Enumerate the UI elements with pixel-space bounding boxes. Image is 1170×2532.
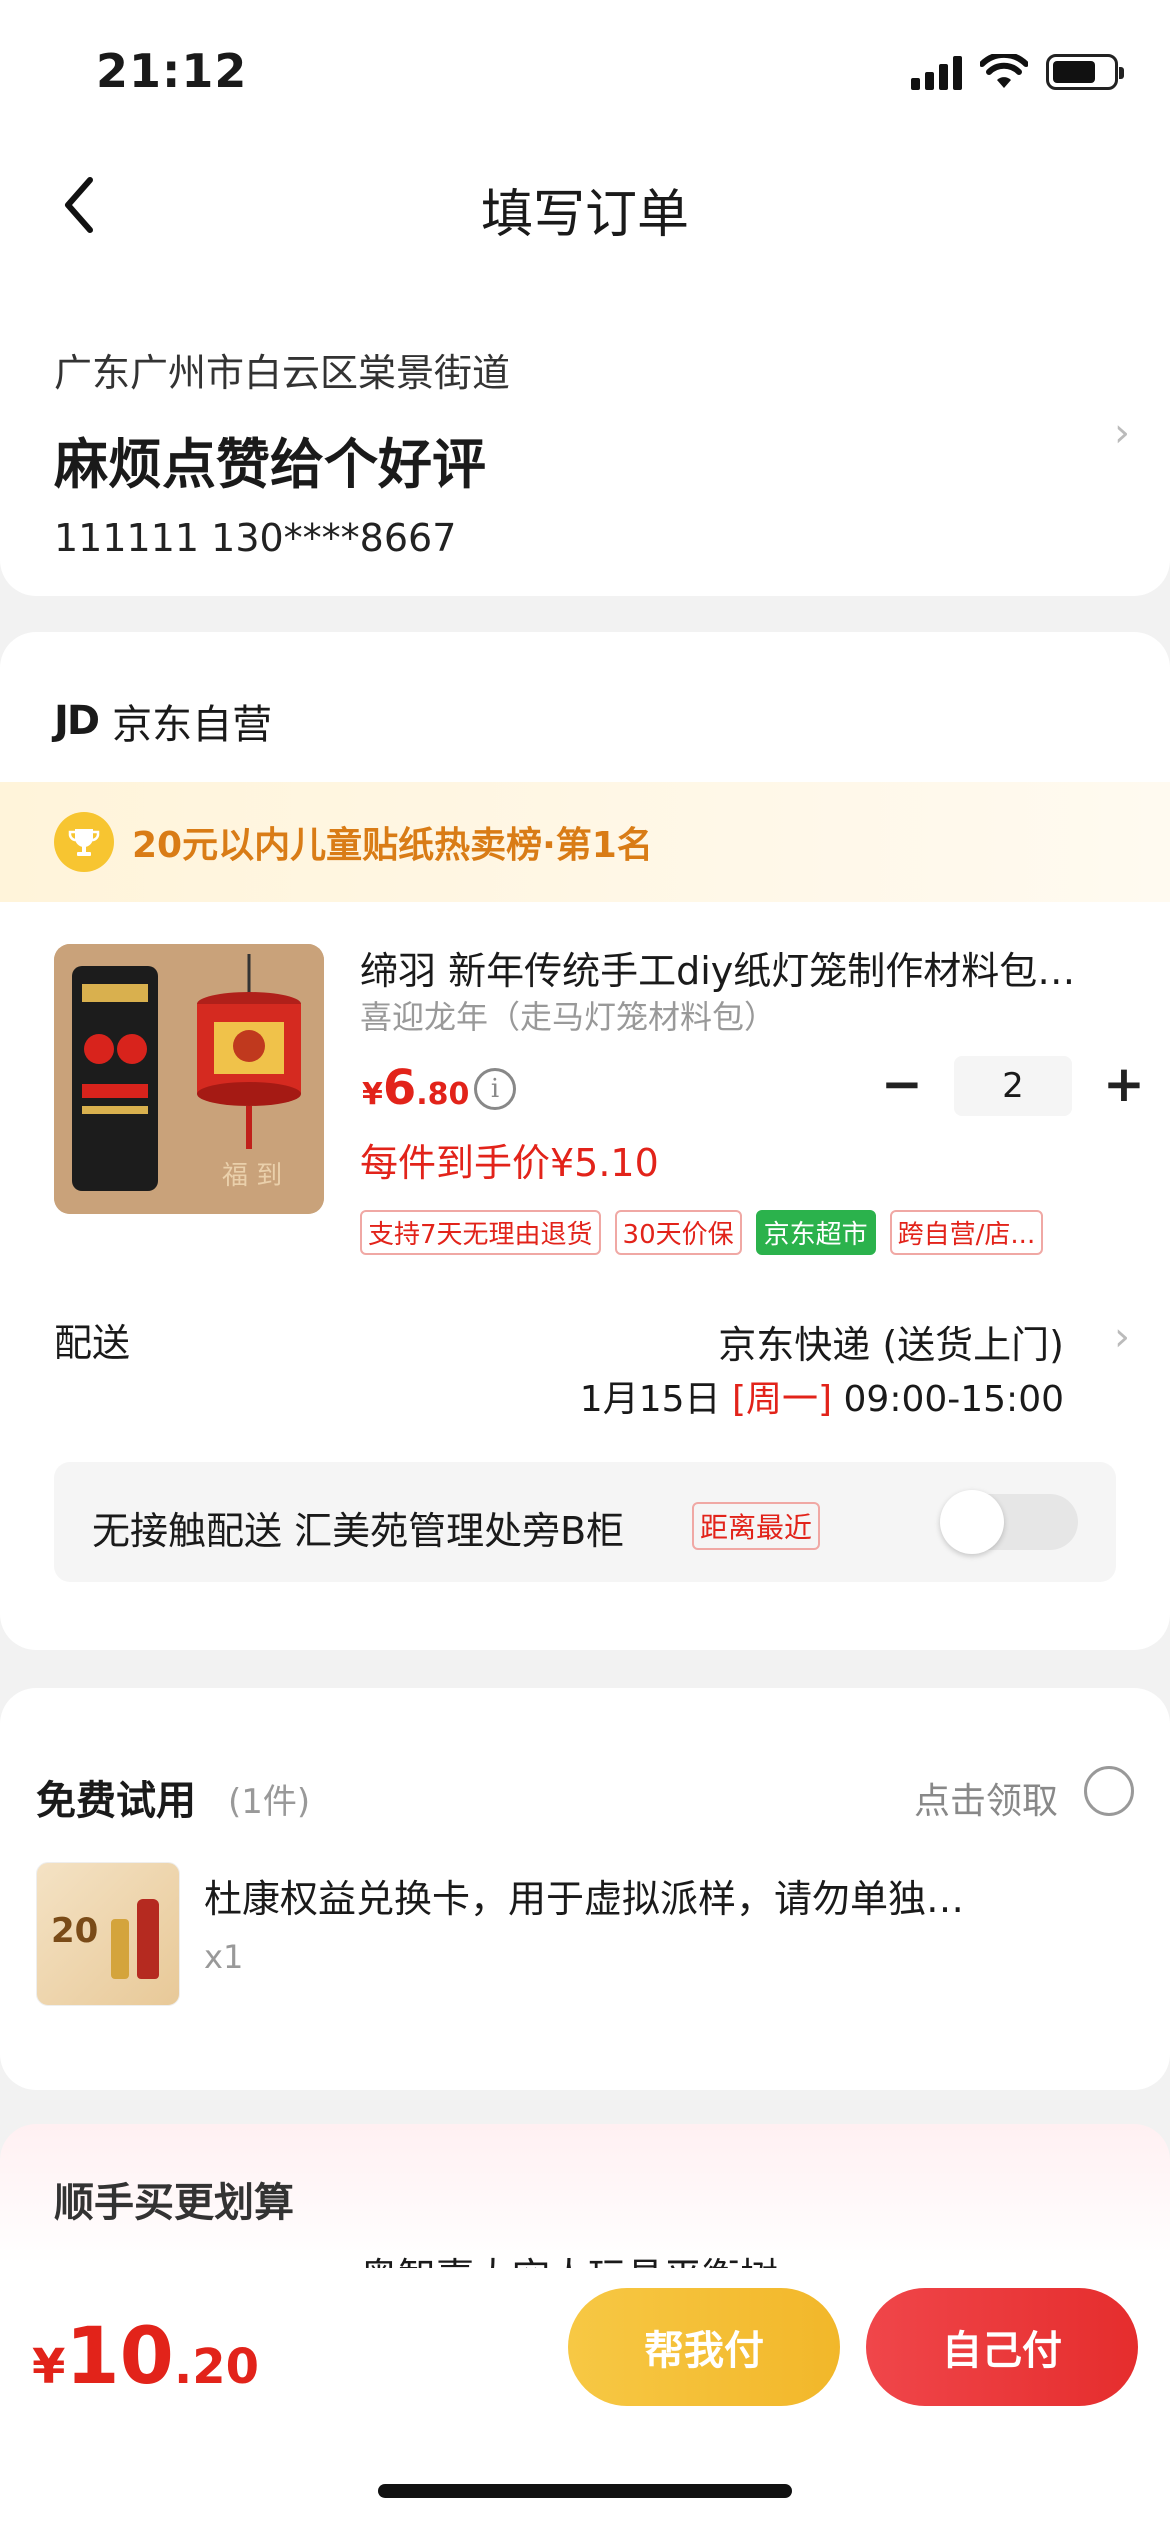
trial-count: (1件) <box>228 1782 311 1822</box>
claim-radio[interactable] <box>1084 1766 1134 1816</box>
chevron-right-icon: › <box>1114 410 1130 456</box>
home-indicator[interactable] <box>378 2484 792 2498</box>
product-tags: 支持7天无理由退货 30天价保 京东超市 跨自营/店... <box>360 1210 1044 1255</box>
total-integer: 10 <box>65 2312 174 2402</box>
trial-item-image[interactable]: 20 <box>36 1862 180 2006</box>
nearest-badge: 距离最近 <box>692 1502 821 1550</box>
contactless-delivery-row: 无接触配送 汇美苑管理处旁B柜 距离最近 <box>54 1462 1116 1582</box>
page-title: 填写订单 <box>480 185 689 245</box>
jd-logo-icon: JD <box>54 698 100 744</box>
status-time: 21:12 <box>96 44 248 98</box>
decrease-quantity-button[interactable]: − <box>872 1056 932 1116</box>
status-icons <box>911 52 1124 92</box>
price-integer: 6 <box>382 1060 417 1116</box>
rank-banner[interactable]: 20元以内儿童贴纸热卖榜·第1名 <box>0 782 1170 902</box>
tag-cross-store: 跨自营/店... <box>889 1210 1044 1255</box>
trial-thumb-text: 20 <box>51 1911 99 1951</box>
delivery-time[interactable]: 1月15日 [周一] 09:00-15:00 <box>580 1370 1064 1422</box>
price-decimal: .80 <box>416 1077 470 1112</box>
delivery-label: 配送 <box>54 1321 131 1365</box>
status-bar: 21:12 <box>0 0 1170 140</box>
tag-price-protect: 30天价保 <box>614 1210 742 1255</box>
tag-return: 支持7天无理由退货 <box>360 1210 601 1255</box>
address-contact: 111111 130****8667 <box>54 516 457 560</box>
address-region: 广东广州市白云区棠景街道 <box>54 351 511 395</box>
shop-card: JD 京东自营 20元以内儿童贴纸热卖榜·第1名 福 到 缔羽 新年传统手工di… <box>0 632 1170 1650</box>
delivery-weekday: [周一] <box>731 1379 833 1420</box>
wifi-icon <box>980 54 1028 88</box>
total-price: ¥ 10 .20 <box>32 2312 259 2402</box>
shop-header: JD 京东自营 <box>54 692 272 750</box>
shop-name: 京东自营 <box>112 702 273 748</box>
increase-quantity-button[interactable]: + <box>1094 1056 1154 1116</box>
total-currency: ¥ <box>32 2339 66 2395</box>
delivery-date: 1月15日 <box>579 1379 721 1420</box>
unit-price: 每件到手价¥5.10 <box>360 1141 659 1185</box>
product-title[interactable]: 缔羽 新年传统手工diy纸灯笼制作材料包… <box>360 940 1120 995</box>
trial-item-quantity: x1 <box>204 1938 244 1976</box>
help-pay-button[interactable]: 帮我付 <box>568 2288 840 2406</box>
trophy-icon <box>54 812 114 872</box>
delivery-method[interactable]: 京东快递 (送货上门) <box>718 1314 1064 1369</box>
contactless-text: 无接触配送 汇美苑管理处旁B柜 <box>92 1509 625 1553</box>
upsell-title: 顺手买更划算 <box>54 2180 294 2226</box>
address-card[interactable]: 广东广州市白云区棠景街道 麻烦点赞给个好评 111111 130****8667… <box>0 270 1170 596</box>
cellular-signal-icon <box>911 54 962 90</box>
free-trial-card: 免费试用 (1件) 点击领取 20 杜康权益兑换卡，用于虚拟派样，请勿单独… x… <box>0 1688 1170 2090</box>
product-price: ¥ 6 .80 <box>362 1060 469 1116</box>
quantity-stepper: − 2 + <box>872 1056 1154 1116</box>
svg-text:福 到: 福 到 <box>222 1161 282 1191</box>
product-image[interactable]: 福 到 <box>54 944 324 1214</box>
nav-bar: 填写订单 <box>0 140 1170 270</box>
price-info-icon[interactable]: i <box>474 1068 516 1110</box>
total-decimal: .20 <box>173 2339 259 2395</box>
address-detail: 麻烦点赞给个好评 <box>54 433 486 496</box>
self-pay-button[interactable]: 自己付 <box>866 2288 1138 2406</box>
price-currency: ¥ <box>362 1077 383 1112</box>
quantity-value[interactable]: 2 <box>954 1056 1072 1116</box>
claim-link[interactable]: 点击领取 <box>914 1772 1058 1824</box>
chevron-right-icon: › <box>1114 1314 1130 1360</box>
trial-title: 免费试用 <box>36 1778 196 1824</box>
battery-icon <box>1046 54 1124 90</box>
product-sku[interactable]: 喜迎龙年（走马灯笼材料包） <box>360 992 776 1038</box>
trial-item-name[interactable]: 杜康权益兑换卡，用于虚拟派样，请勿单独… <box>204 1868 1064 1923</box>
delivery-slot: 09:00-15:00 <box>843 1379 1064 1420</box>
contactless-toggle[interactable] <box>940 1490 1078 1554</box>
rank-text: 20元以内儿童贴纸热卖榜·第1名 <box>132 825 653 866</box>
tag-jd-supermarket: 京东超市 <box>755 1210 876 1255</box>
